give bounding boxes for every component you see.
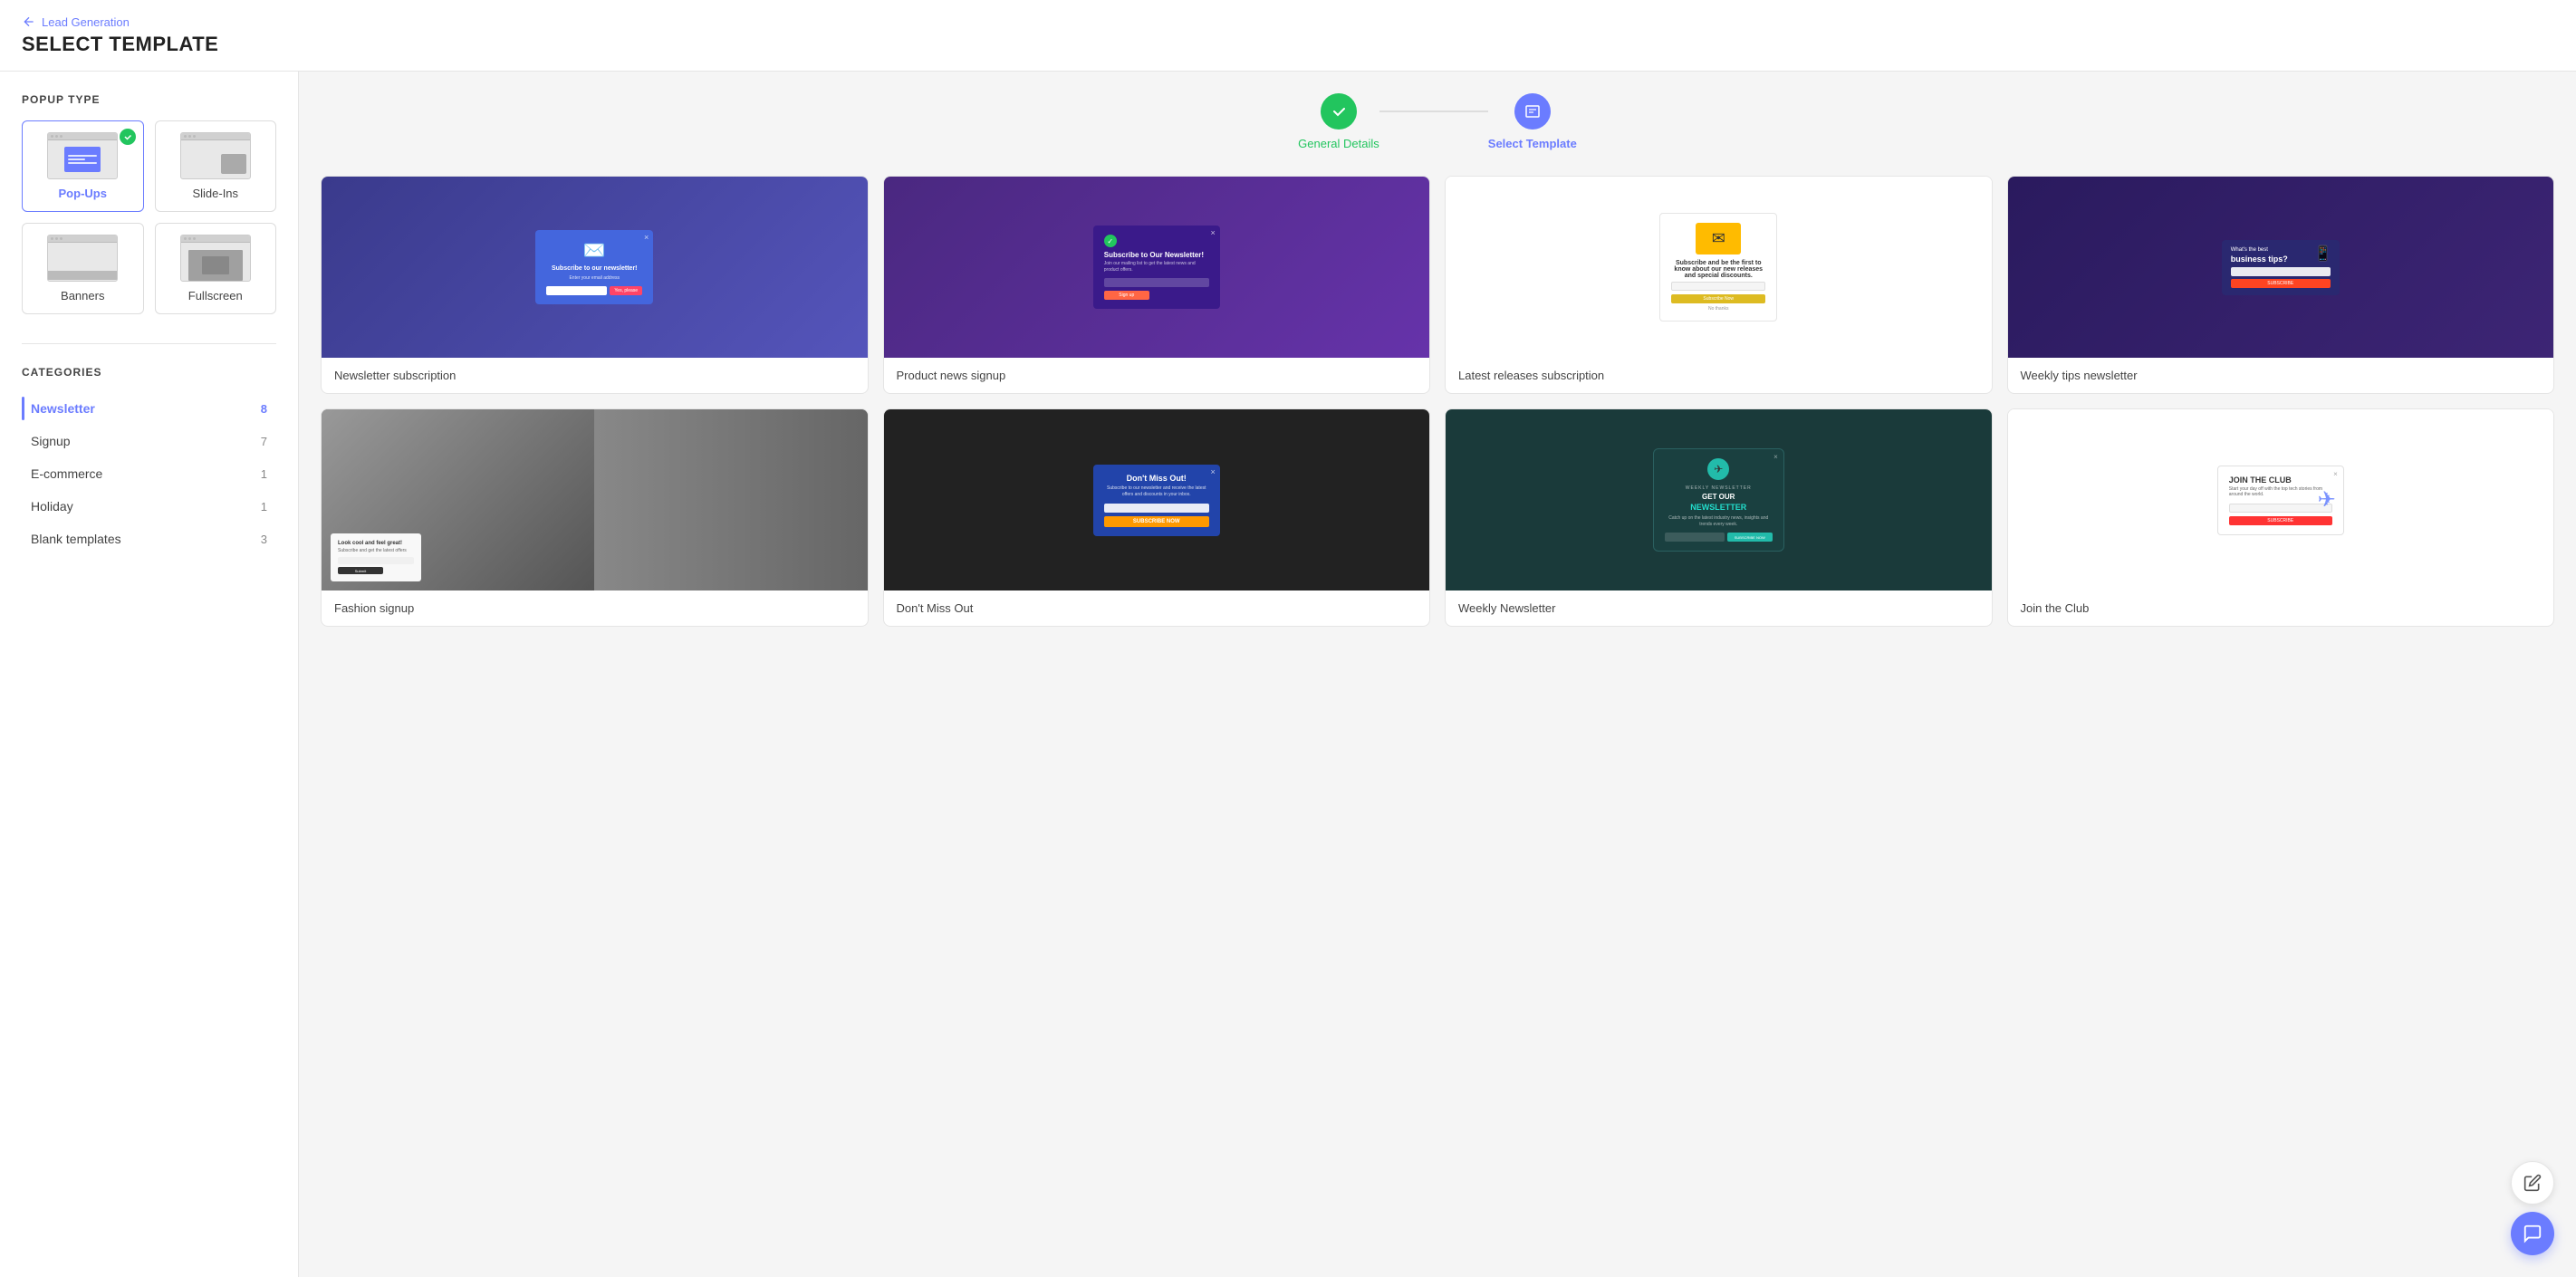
template-card-newsletter-subscription[interactable]: × ✉️ Subscribe to our newsletter! Enter …: [321, 176, 869, 394]
category-newsletter-count: 8: [261, 402, 267, 416]
edit-icon: [2523, 1174, 2542, 1192]
main-layout: POPUP TYPE: [0, 72, 2576, 1277]
category-newsletter-label: Newsletter: [31, 401, 95, 416]
category-blank-label: Blank templates: [31, 532, 121, 546]
step-select-template-circle: [1514, 93, 1551, 130]
step-general-details-circle: [1321, 93, 1357, 130]
template-card-weekly-newsletter[interactable]: × ✈ WEEKLY NEWSLETTER GET OUR NEWSLETTER…: [1445, 408, 1993, 627]
chat-support-button[interactable]: [2511, 1212, 2554, 1255]
step-connector: [1379, 110, 1488, 112]
step-done-check-icon: [1330, 102, 1348, 120]
category-ecommerce-count: 1: [261, 467, 267, 481]
template-preview-6: × Don't Miss Out! Subscribe to our newsl…: [884, 409, 1430, 590]
template-card-join-the-club[interactable]: × JOIN THE CLUB Start your day off with …: [2007, 408, 2555, 627]
template-grid: × ✉️ Subscribe to our newsletter! Enter …: [321, 176, 2554, 627]
popup-type-popup-ups[interactable]: Pop-Ups: [22, 120, 144, 212]
popup-ups-icon: [47, 132, 118, 179]
template-card-latest-releases-subscription[interactable]: ✉ Subscribe and be the first to know abo…: [1445, 176, 1993, 394]
fullscreen-label: Fullscreen: [188, 289, 243, 302]
step-select-template-label: Select Template: [1488, 137, 1577, 150]
category-ecommerce[interactable]: E-commerce 1: [22, 458, 276, 489]
back-arrow-icon: [22, 14, 36, 29]
popup-type-section-title: POPUP TYPE: [22, 93, 276, 106]
popup-type-fullscreen[interactable]: Fullscreen: [155, 223, 277, 314]
step-select-template: Select Template: [1488, 93, 1577, 150]
template-card-dont-miss-out[interactable]: × Don't Miss Out! Subscribe to our newsl…: [883, 408, 1431, 627]
category-blank-count: 3: [261, 533, 267, 546]
template-card-product-news-signup[interactable]: × ✓ Subscribe to Our Newsletter! Join ou…: [883, 176, 1431, 394]
category-list: Newsletter 8 Signup 7 E-commerce 1 Holid…: [22, 393, 276, 554]
popup-type-slide-ins[interactable]: Slide-Ins: [155, 120, 277, 212]
sidebar: POPUP TYPE: [0, 72, 299, 1277]
category-ecommerce-label: E-commerce: [31, 466, 102, 481]
banners-icon: [47, 235, 118, 282]
page-wrapper: Lead Generation SELECT TEMPLATE POPUP TY…: [0, 0, 2576, 1277]
slide-ins-icon: [180, 132, 251, 179]
chat-icon: [2523, 1224, 2542, 1243]
categories-section-title: CATEGORIES: [22, 366, 276, 379]
content-area: General Details Select Template: [299, 72, 2576, 1277]
template-name-8: Join the Club: [2008, 590, 2554, 626]
popup-type-banners[interactable]: Banners: [22, 223, 144, 314]
header: Lead Generation SELECT TEMPLATE: [0, 0, 2576, 72]
template-name-4: Weekly tips newsletter: [2008, 358, 2554, 393]
step-general-details-label: General Details: [1298, 137, 1379, 150]
breadcrumb-label: Lead Generation: [42, 15, 130, 29]
steps-bar: General Details Select Template: [321, 93, 2554, 150]
edit-support-button[interactable]: [2511, 1161, 2554, 1205]
popup-types-grid: Pop-Ups Slide-Ins: [22, 120, 276, 314]
step-template-icon: [1523, 102, 1542, 120]
page-title: SELECT TEMPLATE: [22, 33, 2554, 56]
template-name-7: Weekly Newsletter: [1446, 590, 1992, 626]
step-general-details: General Details: [1298, 93, 1379, 150]
template-preview-2: × ✓ Subscribe to Our Newsletter! Join ou…: [884, 177, 1430, 358]
template-name-5: Fashion signup: [322, 590, 868, 626]
breadcrumb[interactable]: Lead Generation: [22, 14, 2554, 29]
template-preview-8: × JOIN THE CLUB Start your day off with …: [2008, 409, 2554, 590]
check-icon: [123, 132, 132, 141]
slide-ins-label: Slide-Ins: [192, 187, 238, 200]
category-signup-count: 7: [261, 435, 267, 448]
category-holiday-count: 1: [261, 500, 267, 514]
template-card-fashion-signup[interactable]: Look cool and feel great! Subscribe and …: [321, 408, 869, 627]
template-preview-3: ✉ Subscribe and be the first to know abo…: [1446, 177, 1992, 358]
template-preview-4: 📱 What's the best business tips? SUBSCRI…: [2008, 177, 2554, 358]
category-newsletter[interactable]: Newsletter 8: [22, 393, 276, 424]
template-preview-7: × ✈ WEEKLY NEWSLETTER GET OUR NEWSLETTER…: [1446, 409, 1992, 590]
sidebar-divider: [22, 343, 276, 344]
category-blank[interactable]: Blank templates 3: [22, 523, 276, 554]
template-preview-1: × ✉️ Subscribe to our newsletter! Enter …: [322, 177, 868, 358]
category-signup[interactable]: Signup 7: [22, 426, 276, 456]
template-name-6: Don't Miss Out: [884, 590, 1430, 626]
template-name-1: Newsletter subscription: [322, 358, 868, 393]
category-holiday[interactable]: Holiday 1: [22, 491, 276, 522]
popup-ups-label: Pop-Ups: [59, 187, 107, 200]
selected-check-badge: [120, 129, 136, 145]
template-preview-5: Look cool and feel great! Subscribe and …: [322, 409, 868, 590]
category-holiday-label: Holiday: [31, 499, 73, 514]
template-card-weekly-tips-newsletter[interactable]: 📱 What's the best business tips? SUBSCRI…: [2007, 176, 2555, 394]
template-name-3: Latest releases subscription: [1446, 358, 1992, 393]
banners-label: Banners: [61, 289, 104, 302]
category-signup-label: Signup: [31, 434, 71, 448]
template-name-2: Product news signup: [884, 358, 1430, 393]
fullscreen-icon: [180, 235, 251, 282]
